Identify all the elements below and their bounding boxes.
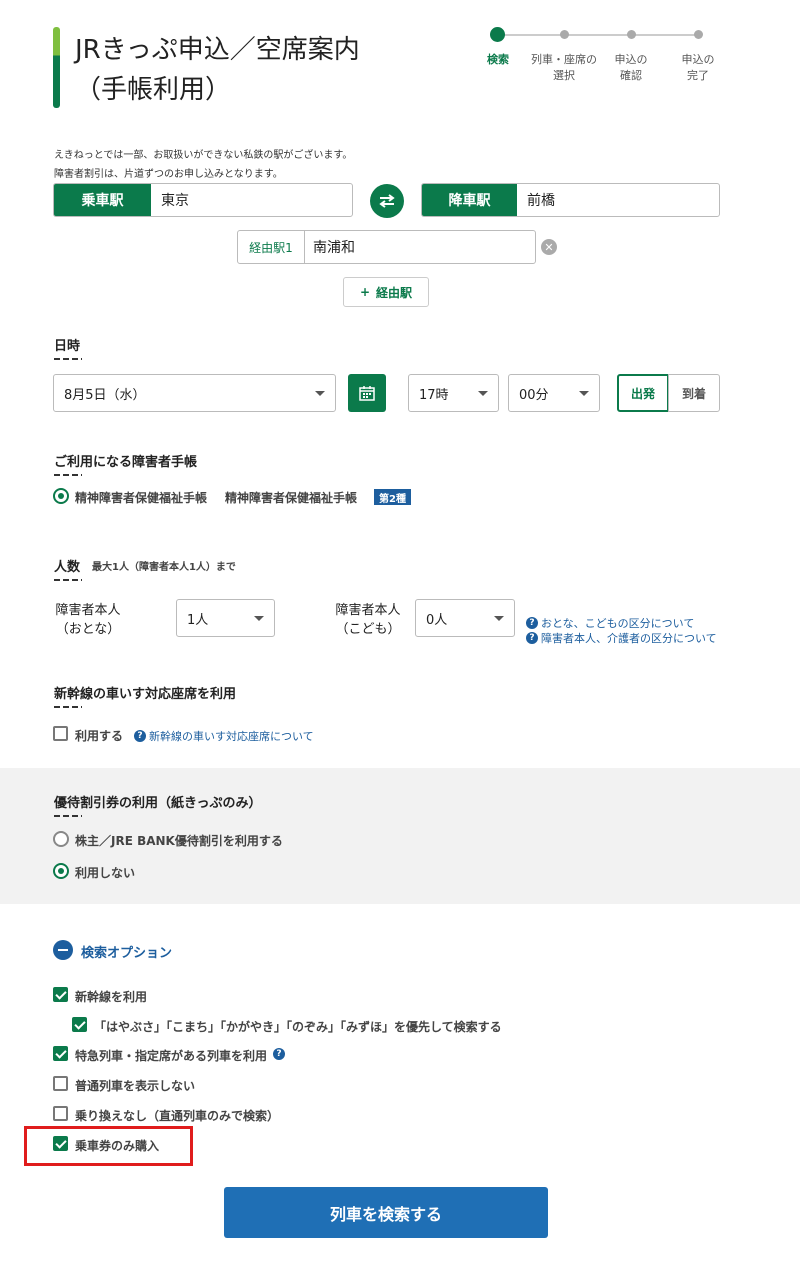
help-link-wheelchair[interactable]: ? 新幹線の車いす対応座席について — [134, 728, 314, 744]
collapse-options-icon[interactable] — [53, 940, 73, 960]
clear-via-icon[interactable]: ✕ — [541, 239, 557, 255]
option-express-label: 特急列車・指定席がある列車を利用 — [75, 1049, 268, 1063]
question-icon[interactable]: ? — [273, 1048, 285, 1060]
title-accent-bar — [53, 27, 60, 108]
adult-count-select[interactable]: 1人 — [176, 599, 275, 637]
discount-none-label: 利用しない — [75, 866, 136, 880]
question-icon: ? — [526, 632, 538, 644]
people-heading: 人数 — [54, 556, 83, 581]
option-hide-local-checkbox[interactable] — [53, 1076, 68, 1091]
option-priority-trains-checkbox[interactable] — [72, 1017, 87, 1032]
departure-station-label: 乗車駅 — [54, 184, 151, 216]
step-dot-search — [490, 27, 505, 42]
discount-none-radio[interactable] — [53, 863, 69, 879]
note-one-way: 障害者割引は、片道ずつのお申し込みとなります。 — [54, 169, 283, 180]
calendar-button[interactable] — [348, 374, 386, 412]
option-ticket-only-label: 乗車券のみ購入 — [75, 1139, 160, 1153]
help-link-caregiver-category[interactable]: ? 障害者本人、介護者の区分について — [526, 630, 717, 646]
option-ticket-only-checkbox[interactable] — [53, 1136, 68, 1151]
wheelchair-checkbox[interactable] — [53, 726, 68, 741]
option-no-transfer-checkbox[interactable] — [53, 1106, 68, 1121]
via-station-value: 南浦和 — [313, 240, 355, 256]
minute-select-value: 00分 — [519, 387, 549, 403]
progress-line — [498, 34, 698, 36]
search-trains-button[interactable]: 列車を検索する — [224, 1187, 548, 1238]
calendar-icon — [359, 386, 375, 401]
handbook-radio[interactable] — [53, 488, 69, 504]
option-priority-trains-label: 「はやぶさ」「こまち」「かがやき」「のぞみ」「みずほ」を優先して検索する — [94, 1020, 502, 1034]
discount-heading: 優待割引券の利用（紙きっぷのみ） — [54, 792, 261, 817]
option-hide-local-label: 普通列車を表示しない — [75, 1079, 196, 1093]
swap-stations-button[interactable] — [370, 184, 404, 218]
question-icon: ? — [134, 730, 146, 742]
page-title-line2: （手帳利用） — [75, 75, 232, 105]
help-link-age-category[interactable]: ? おとな、こどもの区分について — [526, 615, 694, 631]
plus-icon: + — [359, 285, 371, 299]
option-shinkansen-label: 新幹線を利用 — [75, 990, 148, 1004]
people-limit-note: 最大1人（障害者本人1人）まで — [92, 562, 236, 573]
date-select[interactable]: 8月5日（水） — [53, 374, 336, 412]
discount-use-radio[interactable] — [53, 831, 69, 847]
arrive-toggle[interactable]: 到着 — [668, 374, 720, 412]
arrival-station-value: 前橋 — [527, 193, 555, 209]
option-no-transfer-label: 乗り換えなし（直通列車のみで検索） — [75, 1109, 280, 1123]
chevron-down-icon — [494, 616, 504, 621]
hour-select-value: 17時 — [419, 387, 449, 403]
adult-count-value: 1人 — [187, 612, 209, 628]
step-dot-complete — [694, 30, 703, 39]
departure-station-value: 東京 — [161, 193, 189, 209]
chevron-down-icon — [478, 391, 488, 396]
note-private-railway: えきねっとでは一部、お取扱いができない私鉄の駅がございます。 — [54, 150, 353, 161]
child-count-value: 0人 — [426, 612, 448, 628]
child-count-select[interactable]: 0人 — [415, 599, 515, 637]
step-complete: 申込の 完了 — [681, 53, 715, 82]
chevron-down-icon — [315, 391, 325, 396]
child-count-label: 障害者本人 （こども） — [335, 603, 401, 637]
via-station-field[interactable]: 経由駅1 南浦和 — [237, 230, 536, 264]
depart-toggle[interactable]: 出発 — [617, 374, 669, 412]
departure-station-field[interactable]: 乗車駅 東京 — [53, 183, 353, 217]
question-icon: ? — [526, 617, 538, 629]
grade-badge: 第2種 — [374, 489, 411, 505]
handbook-option-label: 精神障害者保健福祉手帳 — [75, 491, 208, 505]
handbook-option-detail: 精神障害者保健福祉手帳 — [225, 491, 358, 505]
swap-arrows-icon — [379, 194, 395, 208]
handbook-heading: ご利用になる障害者手帳 — [54, 451, 197, 476]
minute-select[interactable]: 00分 — [508, 374, 600, 412]
via-station-label: 経由駅1 — [238, 231, 305, 263]
add-via-station-button[interactable]: + 経由駅 — [343, 277, 429, 307]
page-title: JRきっぷ申込／空席案内 （手帳利用） — [75, 30, 360, 110]
search-options-toggle[interactable]: 検索オプション — [81, 942, 172, 961]
chevron-down-icon — [254, 616, 264, 621]
arrival-station-field[interactable]: 降車駅 前橋 — [421, 183, 720, 217]
datetime-heading: 日時 — [54, 335, 83, 360]
step-dot-confirm — [627, 30, 636, 39]
wheelchair-heading: 新幹線の車いす対応座席を利用 — [54, 683, 236, 708]
chevron-down-icon — [579, 391, 589, 396]
option-shinkansen-checkbox[interactable] — [53, 987, 68, 1002]
page-title-line1: JRきっぷ申込／空席案内 — [75, 35, 360, 65]
wheelchair-checkbox-label: 利用する — [75, 729, 124, 743]
date-select-value: 8月5日（水） — [64, 387, 146, 403]
step-dot-select — [560, 30, 569, 39]
adult-count-label: 障害者本人 （おとな） — [55, 603, 121, 637]
option-express-checkbox[interactable] — [53, 1046, 68, 1061]
discount-use-label: 株主／JRE BANK優待割引を利用する — [75, 834, 283, 848]
hour-select[interactable]: 17時 — [408, 374, 499, 412]
arrival-station-label: 降車駅 — [422, 184, 517, 216]
